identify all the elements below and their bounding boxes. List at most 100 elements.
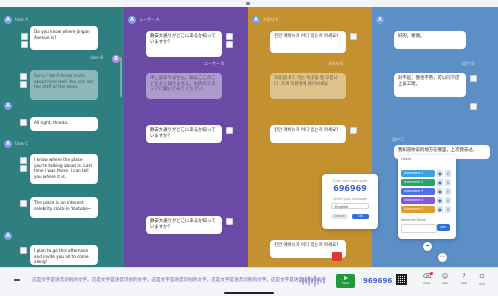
message-bubble: 静安大通りがどこにあるか知っていますか？ bbox=[146, 31, 222, 57]
users-panel: Users Username 1 ● × Username 2 ● × User… bbox=[398, 155, 456, 239]
join-button[interactable]: Join bbox=[437, 224, 450, 231]
panel-title: Users bbox=[401, 157, 412, 161]
start-label: Start bbox=[341, 281, 350, 285]
speaker-icon[interactable] bbox=[20, 165, 27, 172]
message-bubble: 静安大通りがどこにあるか知っていますか？ bbox=[146, 125, 222, 143]
room-input-label: Write the Room bbox=[401, 218, 426, 222]
room-code-dialog: Enter your room code 696969 Select your … bbox=[322, 174, 378, 229]
chat-column-japanese[interactable]: A ユーザー A 静安大通りがどこにあるか知っていますか？ ユーザー B 申し訳… bbox=[124, 7, 248, 267]
username: 사용자 A bbox=[263, 17, 279, 22]
message-bubble: The place is an internet celebrity clock… bbox=[30, 197, 98, 218]
copy-icon[interactable] bbox=[21, 33, 28, 40]
user-item[interactable]: Username 3 bbox=[401, 188, 435, 195]
copy-icon[interactable] bbox=[20, 73, 27, 80]
stop-button[interactable] bbox=[332, 252, 342, 261]
room-code: 696969 bbox=[333, 184, 367, 193]
username: 사용자 B bbox=[328, 61, 344, 66]
copy-icon[interactable] bbox=[20, 247, 27, 254]
language-select[interactable]: English bbox=[331, 203, 369, 209]
cancel-button[interactable]: Cancel bbox=[331, 214, 348, 219]
remove-icon[interactable]: × bbox=[445, 197, 451, 204]
room-code-display: 969696 bbox=[363, 277, 393, 285]
message-bubble: Sorry I don't know much about here well.… bbox=[30, 70, 98, 100]
copy-icon[interactable] bbox=[226, 127, 233, 134]
notification-badge bbox=[430, 272, 433, 275]
message-bubble: I plan to go this afternoon and invite y… bbox=[30, 245, 98, 265]
speaker-icon[interactable] bbox=[470, 103, 477, 110]
user-item[interactable]: Username 1 bbox=[401, 170, 435, 177]
message-bubble: 静安大通りがどこにあるか知っていますか？ bbox=[146, 216, 222, 234]
ok-button[interactable]: OK bbox=[352, 214, 369, 219]
mic-icon[interactable]: ● bbox=[437, 179, 443, 186]
location-icon[interactable]: ⌖ bbox=[423, 242, 432, 251]
remove-icon[interactable]: × bbox=[445, 170, 451, 177]
home-indicator[interactable] bbox=[224, 292, 274, 294]
copy-icon[interactable] bbox=[20, 200, 27, 207]
mic-icon[interactable]: ● bbox=[437, 206, 443, 213]
remove-icon[interactable]: × bbox=[445, 188, 451, 195]
camera-notch bbox=[246, 2, 250, 5]
speaker-icon[interactable] bbox=[21, 41, 28, 48]
user-label: User bbox=[441, 281, 449, 285]
copy-icon[interactable] bbox=[350, 127, 357, 134]
help-button[interactable]: ? Help bbox=[458, 273, 470, 285]
start-button[interactable]: Start bbox=[336, 274, 355, 288]
username: User B bbox=[90, 55, 104, 60]
code-label: Enter your room code bbox=[332, 179, 368, 183]
avatar: A bbox=[4, 102, 12, 110]
copy-icon[interactable] bbox=[20, 119, 27, 126]
transcript-ticker: 这是文字是语音识别的文字。这是文字是语音识别的文字。这是文字是语音识别的文字。这… bbox=[32, 278, 327, 283]
remove-icon[interactable]: × bbox=[445, 179, 451, 186]
copy-icon[interactable] bbox=[20, 157, 27, 164]
menu-icon[interactable] bbox=[14, 279, 20, 281]
avatar: A bbox=[128, 16, 136, 24]
copy-icon[interactable] bbox=[226, 33, 233, 40]
avatar: A bbox=[252, 16, 260, 24]
play-icon bbox=[343, 276, 348, 280]
language-label: Select your language bbox=[333, 197, 367, 201]
message-bubble: 진안 애비뉴가 어디 있는지 아세요? bbox=[270, 31, 346, 53]
copy-icon[interactable] bbox=[470, 75, 477, 82]
avatar: A bbox=[376, 16, 384, 24]
copy-icon[interactable] bbox=[350, 33, 357, 40]
message-bubble: 好的，谢谢。 bbox=[394, 31, 466, 49]
audio-wave-icon bbox=[299, 275, 325, 287]
mic-icon[interactable]: ● bbox=[437, 170, 443, 177]
avatar: A bbox=[4, 140, 12, 148]
user-button[interactable]: ☺ User bbox=[439, 273, 451, 285]
clear-label: Clear bbox=[423, 281, 431, 285]
username: 用户 B bbox=[462, 61, 475, 66]
message-bubble: 죄송합니다. 저는 이곳을 잘 모릅니다. 가게 직원에게 물어보세요. bbox=[270, 73, 346, 99]
avatar: B bbox=[112, 55, 120, 63]
speaker-icon[interactable] bbox=[226, 41, 233, 48]
message-bubble: Do you know where Jingan Avenue is? bbox=[30, 26, 98, 50]
qr-code-icon[interactable] bbox=[396, 274, 407, 285]
quit-button[interactable]: ⏻ Quit bbox=[476, 273, 488, 286]
message-bubble: I know where the place you're talking ab… bbox=[30, 154, 98, 184]
avatar: A bbox=[4, 232, 12, 240]
room-input[interactable] bbox=[401, 224, 437, 233]
username: ユーザー A bbox=[139, 17, 159, 22]
mic-icon[interactable]: ● bbox=[437, 188, 443, 195]
user-item[interactable]: Username 5 bbox=[401, 206, 435, 213]
user-item[interactable]: Username 4 bbox=[401, 197, 435, 204]
message-bubble: All right, thanks. bbox=[30, 117, 98, 131]
message-bubble: 진안 애비뉴가 어디 있는지 아세요? bbox=[270, 125, 346, 143]
username: 用户 C bbox=[392, 137, 405, 142]
username: User C bbox=[15, 141, 29, 146]
more-icon[interactable]: ⋯ bbox=[438, 253, 447, 262]
username: ユーザー B bbox=[204, 61, 224, 66]
help-label: Help bbox=[460, 281, 468, 285]
username: User A bbox=[15, 17, 29, 22]
scrollbar[interactable] bbox=[120, 57, 122, 97]
quit-label: Quit bbox=[479, 282, 485, 286]
chat-column-english[interactable]: A User A Do you know where Jingan Avenue… bbox=[0, 7, 124, 267]
user-item[interactable]: Username 2 bbox=[401, 179, 435, 186]
avatar: A bbox=[4, 16, 12, 24]
speaker-icon[interactable] bbox=[20, 81, 27, 88]
copy-icon[interactable] bbox=[226, 218, 233, 225]
message-bubble: 申し訳ありません、私はここのことをよく知りません。お店のスタッフに聞いてみてくだ… bbox=[146, 73, 222, 99]
message-bubble: 对不起，我也不熟，可以问下店上员工哈。 bbox=[394, 73, 466, 97]
remove-icon[interactable]: × bbox=[445, 206, 451, 213]
mic-icon[interactable]: ● bbox=[437, 197, 443, 204]
